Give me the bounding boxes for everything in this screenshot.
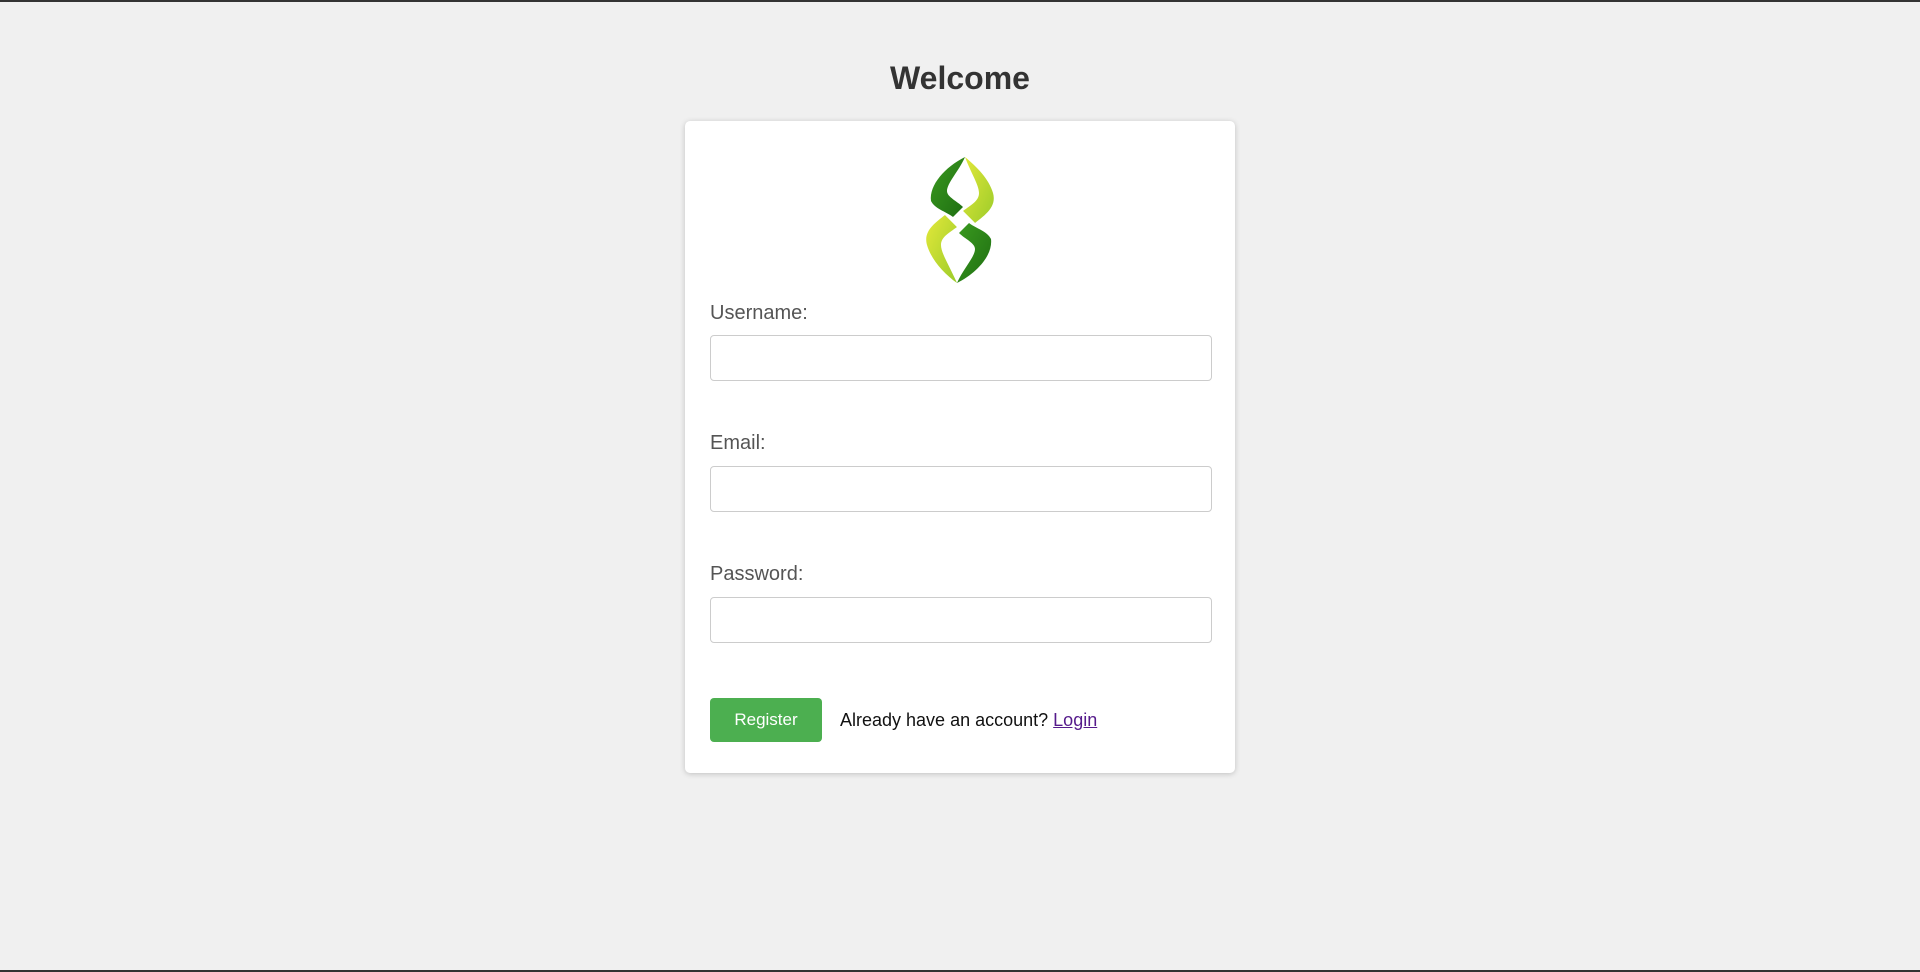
- username-label: Username:: [710, 302, 808, 324]
- login-link[interactable]: Login: [1053, 710, 1097, 730]
- register-button[interactable]: Register: [710, 698, 822, 742]
- leaf-s-logo-icon: [885, 145, 1035, 295]
- email-input[interactable]: [710, 466, 1212, 512]
- login-prompt-text: Already have an account?: [840, 710, 1049, 730]
- register-card: Username: Email: Password: Register Alre…: [685, 121, 1235, 773]
- username-input[interactable]: [710, 335, 1212, 381]
- top-border: [0, 0, 1920, 2]
- login-prompt: Already have an account? Login: [840, 709, 1097, 731]
- email-label: Email:: [710, 432, 766, 454]
- password-input[interactable]: [710, 597, 1212, 643]
- page-title: Welcome: [890, 60, 1030, 96]
- password-label: Password:: [710, 563, 804, 585]
